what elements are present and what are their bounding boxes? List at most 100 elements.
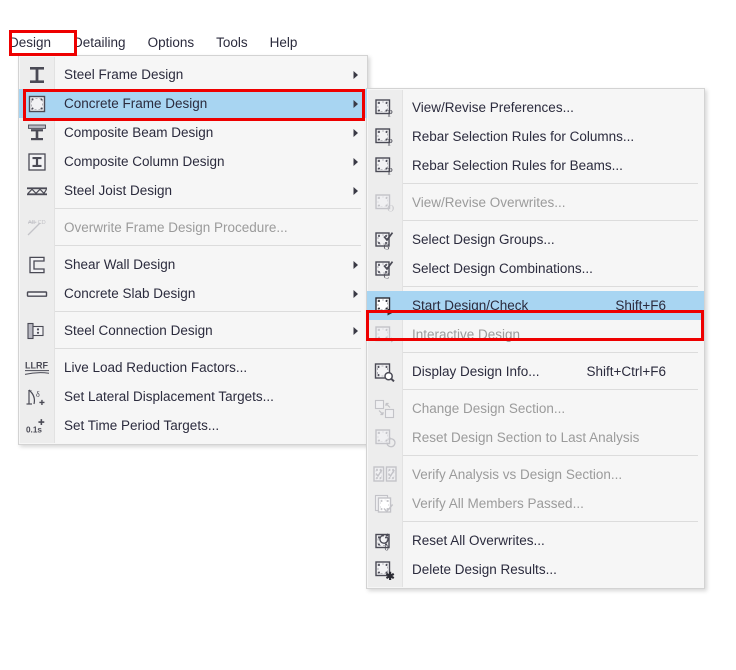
- submenu-item-label: Interactive Design: [412, 326, 521, 342]
- submenu-item-label: Verify Analysis vs Design Section...: [412, 466, 623, 482]
- chevron-right-icon: [345, 186, 367, 196]
- display-design-info-icon: [367, 357, 402, 386]
- submenu-item-separator: [367, 518, 704, 526]
- svg-text:CD: CD: [37, 220, 45, 226]
- design-menu-item-label: Concrete Frame Design: [64, 95, 208, 111]
- overwrites-icon: O: [367, 188, 402, 217]
- design-menu-item-set-time-period-targets[interactable]: 0.1s ✚ Set Time Period Targets...: [19, 411, 367, 440]
- submenu-item-change-design-section: Change Design Section...: [367, 394, 704, 423]
- design-menu-item-composite-beam-design[interactable]: Composite Beam Design: [19, 118, 367, 147]
- time-period-icon: 0.1s ✚: [19, 411, 54, 440]
- design-menu-item-shear-wall-design[interactable]: Shear Wall Design: [19, 250, 367, 279]
- svg-text:AB: AB: [28, 220, 36, 226]
- svg-text:✱: ✱: [385, 571, 394, 580]
- submenu-item-label: View/Revise Overwrites...: [412, 194, 566, 210]
- submenu-item-rebar-selection-rules-for-beams[interactable]: P Rebar Selection Rules for Beams...: [367, 151, 704, 180]
- submenu-item-label: Display Design Info...: [412, 363, 540, 379]
- menu-bar: Design Detailing Options Tools Help: [0, 30, 308, 55]
- design-menu-item-label: Steel Joist Design: [64, 182, 173, 198]
- submenu-item-view-revise-preferences[interactable]: P View/Revise Preferences...: [367, 93, 704, 122]
- submenu-item-label: Select Design Groups...: [412, 231, 555, 247]
- submenu-item-delete-design-results[interactable]: ✱ Delete Design Results...: [367, 555, 704, 584]
- steel-connection-icon: [19, 316, 54, 345]
- submenu-item-label: View/Revise Preferences...: [412, 99, 574, 115]
- chevron-right-icon: [345, 128, 367, 138]
- submenu-item-separator: [367, 180, 704, 188]
- chevron-right-icon: [345, 99, 367, 109]
- design-menu-item-steel-frame-design[interactable]: Steel Frame Design: [19, 60, 367, 89]
- submenu-item-select-design-combinations[interactable]: C Select Design Combinations...: [367, 254, 704, 283]
- design-combinations-icon: C: [367, 254, 402, 283]
- svg-text:P: P: [387, 109, 392, 118]
- llrf-icon: LLRF: [19, 353, 54, 382]
- design-menu-item-concrete-frame-design[interactable]: Concrete Frame Design: [19, 89, 367, 118]
- submenu-item-separator: [367, 349, 704, 357]
- chevron-right-icon: [345, 157, 367, 167]
- delete-results-icon: ✱: [367, 555, 402, 584]
- submenu-item-separator: [367, 217, 704, 225]
- submenu-item-label: Reset All Overwrites...: [412, 532, 545, 548]
- chevron-right-icon: [345, 326, 367, 336]
- menubar-item-help[interactable]: Help: [259, 30, 309, 55]
- design-menu-item-label: Shear Wall Design: [64, 256, 176, 272]
- submenu-item-shortcut: Shift+F6: [615, 297, 666, 313]
- concrete-slab-icon: [19, 279, 54, 308]
- chevron-right-icon: [345, 289, 367, 299]
- submenu-item-reset-design-section-to-last-analysis: Reset Design Section to Last Analysis: [367, 423, 704, 452]
- submenu-item-verify-all-members-passed: Verify All Members Passed...: [367, 489, 704, 518]
- submenu-item-reset-all-overwrites[interactable]: 0 Reset All Overwrites...: [367, 526, 704, 555]
- screenshot-root: Design Detailing Options Tools Help Steel Fr…: [0, 0, 736, 670]
- interactive-design-icon: [367, 320, 402, 349]
- design-menu-item-steel-joist-design[interactable]: Steel Joist Design: [19, 176, 367, 205]
- design-menu-item-set-lateral-displacement-targets[interactable]: δ → ✚ Set Lateral Displacement Targets...: [19, 382, 367, 411]
- submenu-item-separator: [367, 452, 704, 460]
- submenu-item-label: Rebar Selection Rules for Beams...: [412, 157, 623, 173]
- design-menu-item-concrete-slab-design[interactable]: Concrete Slab Design: [19, 279, 367, 308]
- concrete-frame-icon: [19, 89, 54, 118]
- svg-text:✚: ✚: [38, 418, 45, 427]
- svg-text:P: P: [387, 167, 392, 176]
- design-groups-icon: G: [367, 225, 402, 254]
- submenu-item-display-design-info[interactable]: Display Design Info... Shift+Ctrl+F6: [367, 357, 704, 386]
- submenu-item-start-design-check[interactable]: Start Design/Check Shift+F6: [367, 291, 704, 320]
- submenu-item-rebar-selection-rules-for-columns[interactable]: P Rebar Selection Rules for Columns...: [367, 122, 704, 151]
- menubar-item-options[interactable]: Options: [137, 30, 206, 55]
- menubar-item-tools[interactable]: Tools: [205, 30, 259, 55]
- design-menu-item-live-load-reduction-factors[interactable]: LLRF Live Load Reduction Factors...: [19, 353, 367, 382]
- design-menu-item-label: Overwrite Frame Design Procedure...: [64, 219, 288, 235]
- svg-text:✚: ✚: [39, 399, 45, 407]
- design-menu-item-label: Set Lateral Displacement Targets...: [64, 388, 274, 404]
- verify-analysis-icon: [367, 460, 402, 489]
- preferences-icon: P: [367, 93, 402, 122]
- submenu-item-shortcut: Shift+Ctrl+F6: [586, 363, 666, 379]
- svg-text:δ: δ: [36, 390, 40, 399]
- design-menu-item-label: Composite Beam Design: [64, 124, 214, 140]
- submenu-item-verify-analysis-vs-design-section: Verify Analysis vs Design Section...: [367, 460, 704, 489]
- svg-text:G: G: [383, 241, 389, 250]
- change-design-section-icon: [367, 394, 402, 423]
- submenu-item-label: Select Design Combinations...: [412, 260, 593, 276]
- menubar-item-detailing[interactable]: Detailing: [62, 30, 137, 55]
- start-design-icon: [367, 291, 402, 320]
- rebar-beams-icon: P: [367, 151, 402, 180]
- design-menu-item-separator: [19, 242, 367, 250]
- submenu-item-label: Start Design/Check: [412, 297, 529, 313]
- chevron-right-icon: [345, 260, 367, 270]
- composite-column-icon: [19, 147, 54, 176]
- design-menu-item-separator: [19, 308, 367, 316]
- rebar-columns-icon: P: [367, 122, 402, 151]
- design-menu-item-overwrite-frame-design-procedure: AB CD Overwrite Frame Design Procedure...: [19, 213, 367, 242]
- steel-joist-icon: [19, 176, 54, 205]
- svg-text:→: →: [27, 387, 33, 393]
- design-menu-item-composite-column-design[interactable]: Composite Column Design: [19, 147, 367, 176]
- submenu-item-view-revise-overwrites: O View/Revise Overwrites...: [367, 188, 704, 217]
- reset-design-section-icon: [367, 423, 402, 452]
- submenu-item-separator: [367, 386, 704, 394]
- design-menu-item-label: Live Load Reduction Factors...: [64, 359, 248, 375]
- design-menu-item-label: Concrete Slab Design: [64, 285, 196, 301]
- menubar-item-design[interactable]: Design: [0, 30, 62, 55]
- submenu-item-label: Rebar Selection Rules for Columns...: [412, 128, 635, 144]
- concrete-frame-design-submenu: P View/Revise Preferences... P Rebar Select…: [366, 88, 705, 589]
- design-menu-item-steel-connection-design[interactable]: Steel Connection Design: [19, 316, 367, 345]
- submenu-item-select-design-groups[interactable]: G Select Design Groups...: [367, 225, 704, 254]
